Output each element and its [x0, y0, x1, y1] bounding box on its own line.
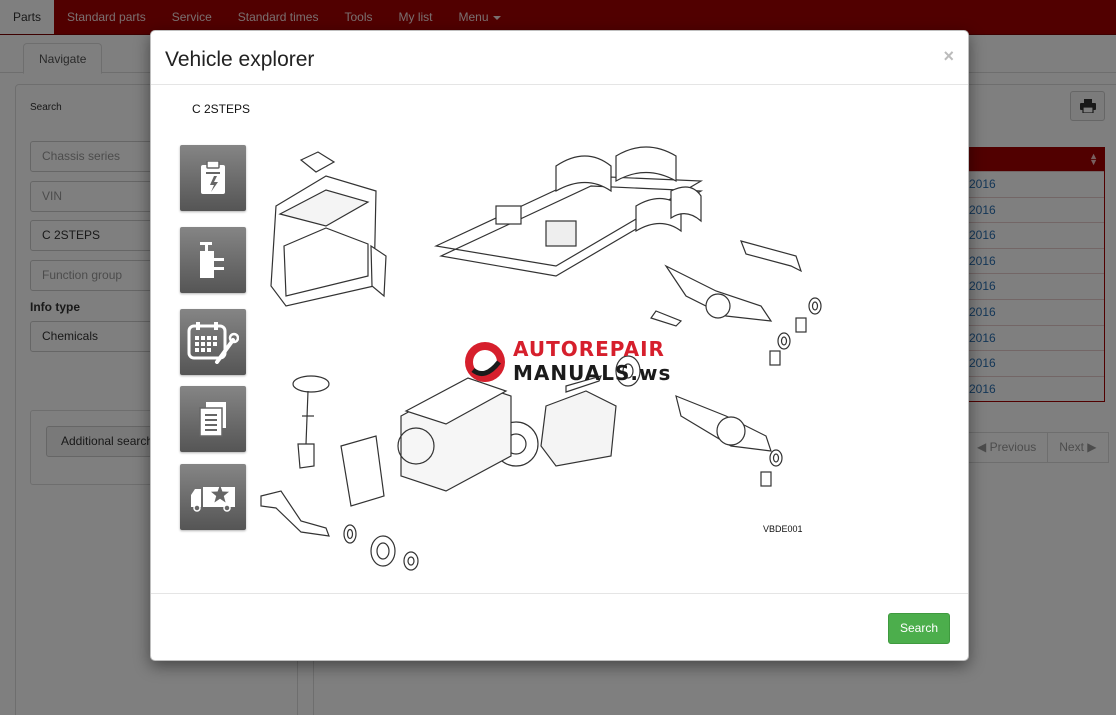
watermark-logo-icon [465, 342, 505, 382]
category-vehicle-button[interactable] [180, 464, 246, 530]
modal-header: Vehicle explorer × [151, 31, 968, 85]
chassis-frame-part[interactable] [433, 146, 704, 277]
modal-footer: Search [151, 593, 968, 660]
wheel-hub-part[interactable] [760, 297, 822, 487]
document-list-icon [199, 402, 226, 437]
modal-body: C 2STEPS VBDE001 AUTOREPAIR MANUALS.ws [151, 86, 968, 593]
steering-part[interactable] [292, 375, 330, 469]
category-electrical-button[interactable] [180, 145, 246, 211]
diagram-code: VBDE001 [763, 524, 803, 534]
truck-favorite-icon [191, 485, 235, 512]
watermark-line-2: MANUALS.ws [513, 361, 672, 385]
maintenance-schedule-icon [187, 322, 239, 364]
category-hydraulics-button[interactable] [180, 227, 246, 293]
watermark: AUTOREPAIR MANUALS.ws [463, 336, 673, 388]
cab-part[interactable] [270, 151, 387, 307]
front-axle-part[interactable] [260, 490, 419, 571]
electrical-icon [201, 161, 225, 194]
vehicle-explorer-modal: Vehicle explorer × C 2STEPS VBDE001 AUTO… [150, 30, 969, 661]
search-button[interactable]: Search [888, 613, 950, 644]
modal-title: Vehicle explorer [165, 48, 315, 71]
category-documents-button[interactable] [180, 386, 246, 452]
watermark-line-1: AUTOREPAIR [513, 337, 665, 361]
engine-part[interactable] [340, 377, 512, 507]
close-icon[interactable]: × [943, 46, 954, 66]
rear-axle-part[interactable] [650, 240, 803, 452]
model-label: C 2STEPS [192, 102, 251, 116]
hydraulic-icon [200, 242, 224, 278]
category-maintenance-button[interactable] [180, 309, 246, 375]
